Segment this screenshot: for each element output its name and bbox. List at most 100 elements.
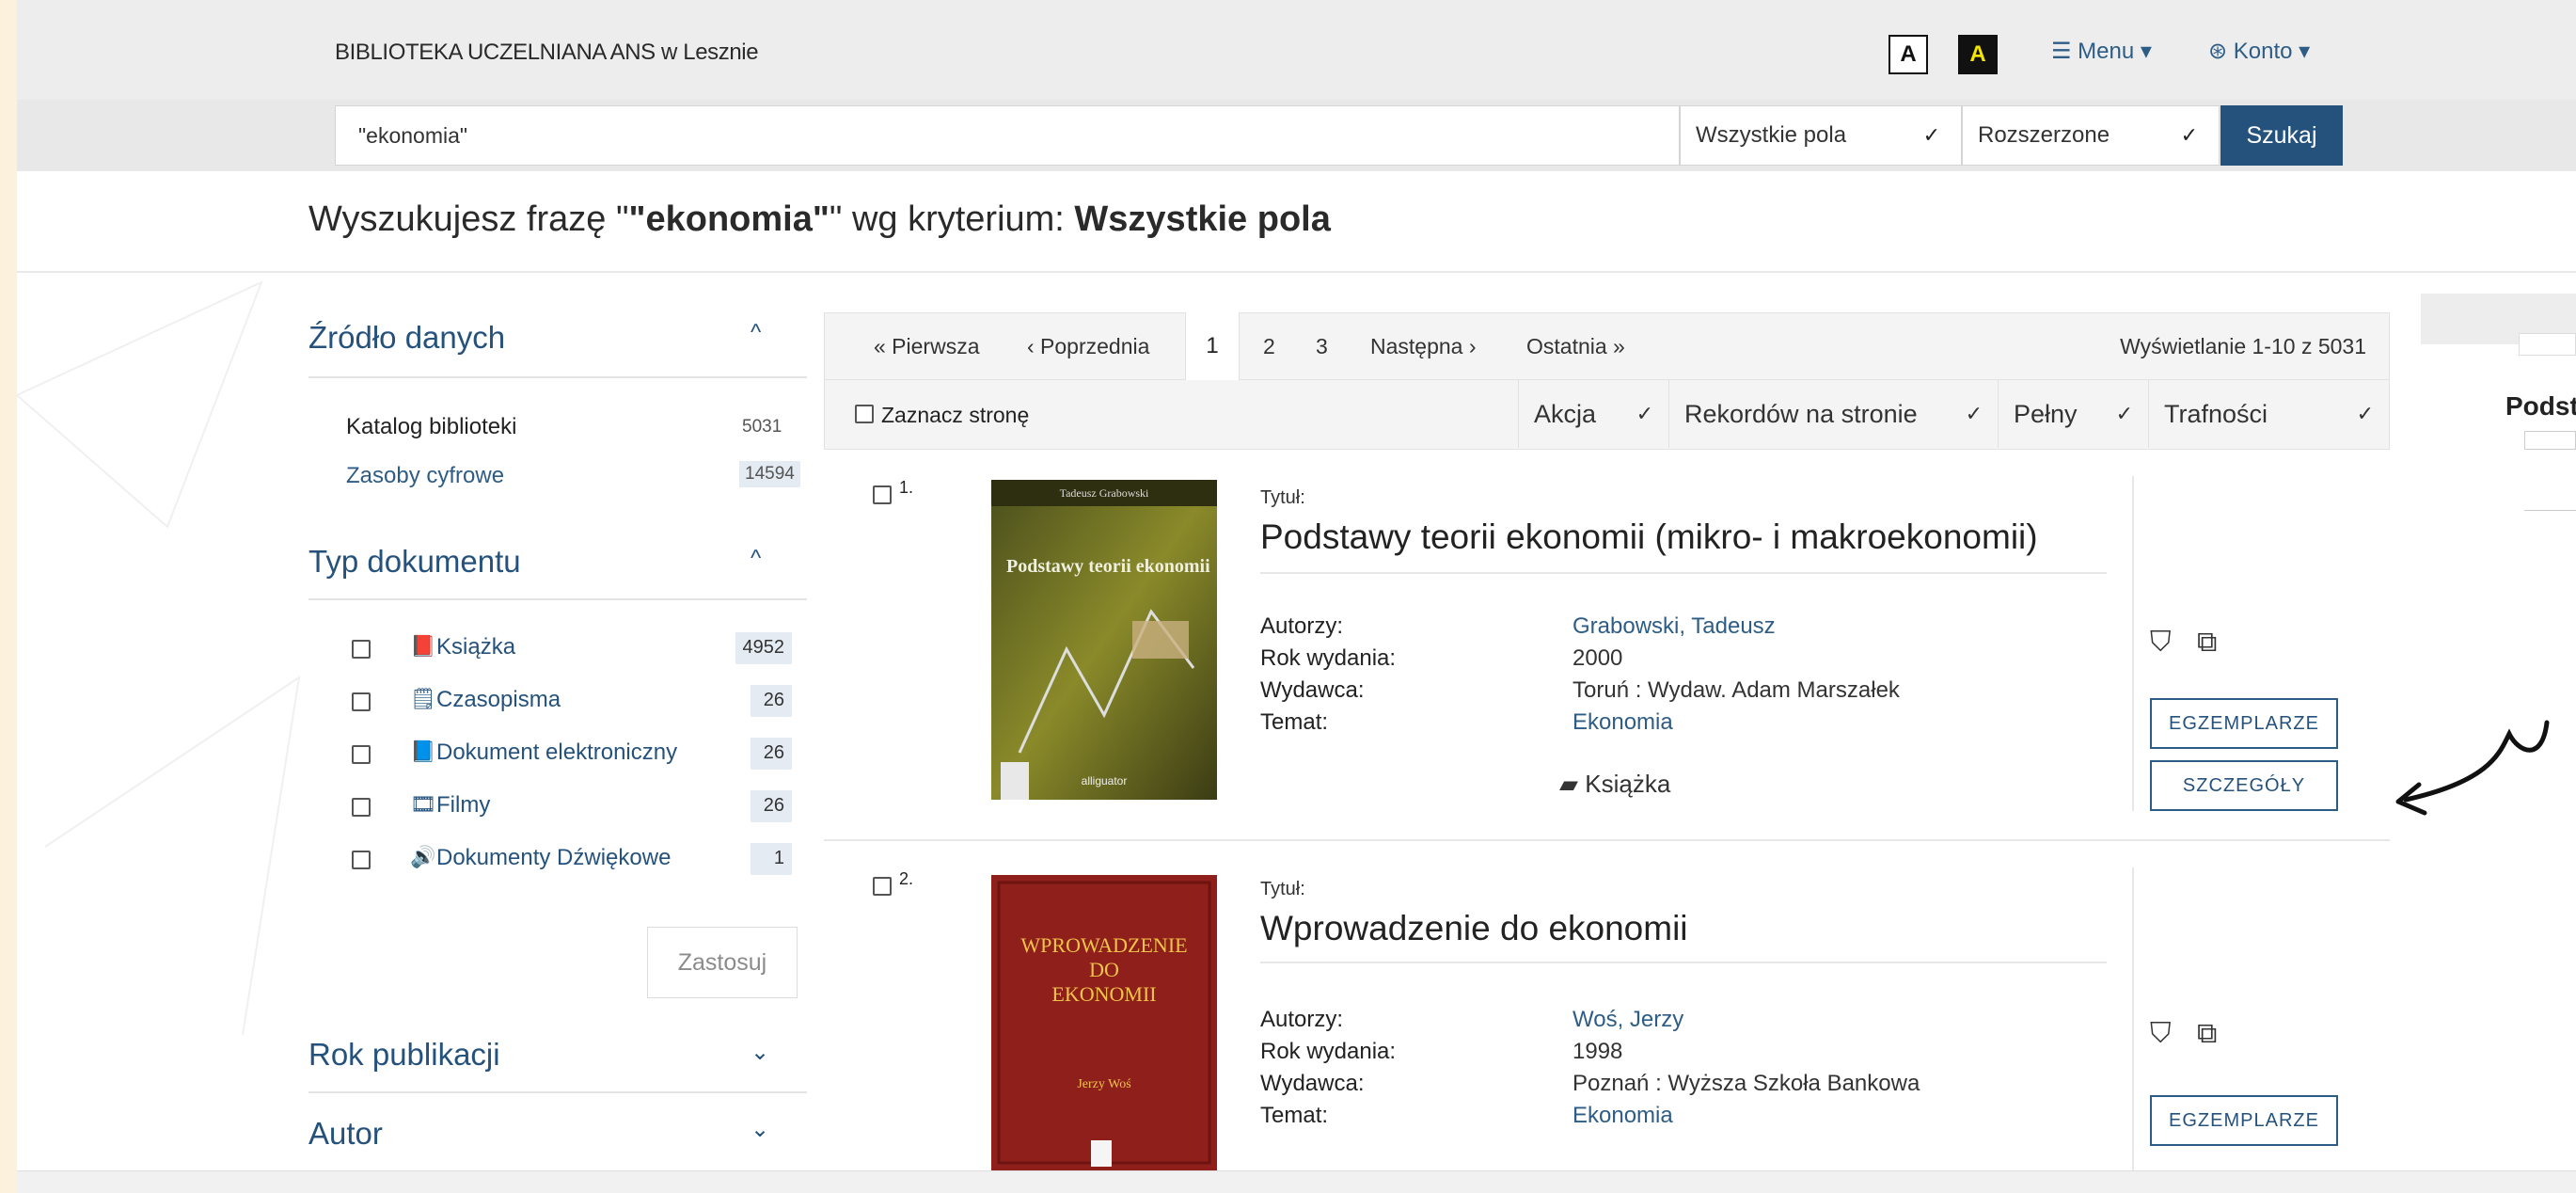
- pager-first[interactable]: « Pierwsza: [874, 334, 979, 359]
- select-page-label: Zaznacz stronę: [881, 403, 1030, 427]
- audio-icon: 🔊: [410, 845, 436, 868]
- chevron-down-icon[interactable]: ⌄: [751, 1039, 769, 1066]
- bookmark-icon[interactable]: ⛉: [2150, 1018, 2172, 1050]
- search-mode-select[interactable]: Rozszerzone ✓: [1962, 105, 2220, 166]
- year-label: Rok wydania:: [1260, 1039, 1397, 1064]
- copy-icon[interactable]: ⧉: [2197, 627, 2217, 659]
- chevron-down-icon: ✓: [2180, 123, 2198, 147]
- chevron-down-icon: ✓: [1636, 402, 1653, 425]
- action-label: Akcja: [1534, 400, 1597, 428]
- action-dropdown[interactable]: Akcja ✓: [1518, 380, 1668, 448]
- search-phrase-heading: Wyszukujesz frazę ""ekonomia"" wg kryter…: [308, 199, 1331, 240]
- pager-prev[interactable]: ‹ Poprzednia: [1027, 334, 1149, 359]
- chevron-down-icon: ✓: [2115, 402, 2133, 425]
- phrase-middle: " wg kryterium:: [829, 199, 1075, 239]
- bottom-strip: [17, 1170, 2576, 1193]
- record-title[interactable]: Wprowadzenie do ekonomii: [1260, 909, 1688, 948]
- film-icon: 🎞: [410, 792, 436, 816]
- high-contrast-button[interactable]: A: [1958, 35, 1998, 74]
- account-dropdown[interactable]: ⊛ Konto ▾: [2208, 38, 2310, 65]
- details-page-preview: Podst: [2421, 275, 2576, 670]
- book-cover-image[interactable]: alliguator Tadeusz Grabowski Podstawy te…: [991, 480, 1217, 800]
- record-title[interactable]: Podstawy teorii ekonomii (mikro- i makro…: [1260, 517, 2038, 557]
- phrase-criterion: Wszystkie pola: [1074, 199, 1331, 239]
- svg-text:DO: DO: [1089, 958, 1119, 981]
- pager-page-2[interactable]: 2: [1263, 334, 1275, 359]
- pager-next[interactable]: Następna ›: [1370, 334, 1477, 359]
- record-publisher: Toruń : Wydaw. Adam Marszałek: [1572, 677, 1900, 703]
- top-bar: BIBLIOTEKA UCZELNIANA ANS w Lesznie A A …: [17, 0, 2576, 100]
- view-dropdown[interactable]: Pełny ✓: [1998, 380, 2148, 448]
- search-input[interactable]: "ekonomia": [335, 105, 1680, 166]
- apply-filters-button[interactable]: Zastosuj: [647, 927, 798, 998]
- pager-page-3[interactable]: 3: [1316, 334, 1328, 359]
- normal-contrast-button[interactable]: A: [1889, 35, 1928, 74]
- facet-count: 1: [751, 843, 792, 875]
- facet-author-title[interactable]: Autor: [308, 1116, 383, 1152]
- result-record: 2. WPROWADZENIE DO EKONOMII Jerzy Woś Ty…: [845, 841, 2390, 1170]
- checkbox[interactable]: [352, 692, 371, 711]
- pagination: « Pierwsza ‹ Poprzednia 1 2 3 Następna ›…: [824, 312, 2390, 380]
- book-cover-image[interactable]: WPROWADZENIE DO EKONOMII Jerzy Woś: [991, 875, 1217, 1170]
- record-type-label: Książka: [1585, 770, 1671, 798]
- record-subject[interactable]: Ekonomia: [1572, 1103, 1673, 1129]
- checkbox[interactable]: [352, 851, 371, 869]
- checkbox[interactable]: [352, 745, 371, 764]
- details-button[interactable]: SZCZEGÓŁY: [2150, 760, 2338, 811]
- chevron-up-icon[interactable]: ^: [751, 546, 761, 572]
- facet-count: 4952: [735, 632, 792, 664]
- copy-icon[interactable]: ⧉: [2197, 1018, 2217, 1050]
- checkbox[interactable]: [352, 798, 371, 817]
- library-brand[interactable]: BIBLIOTEKA UCZELNIANA ANS w Lesznie: [335, 40, 759, 66]
- per-page-dropdown[interactable]: Rekordów na stronie ✓: [1668, 380, 1998, 448]
- pager-page-1[interactable]: 1: [1185, 312, 1240, 380]
- screenshot: BIBLIOTEKA UCZELNIANA ANS w Lesznie A A …: [17, 0, 2576, 1193]
- record-author[interactable]: Woś, Jerzy: [1572, 1007, 1683, 1033]
- preview-title: Podst: [2505, 391, 2576, 421]
- chevron-down-icon: ✓: [2356, 402, 2374, 425]
- cover-art: alliguator Tadeusz Grabowski Podstawy te…: [991, 480, 1217, 800]
- record-type: ▰ Książka: [1559, 770, 1670, 799]
- record-publisher: Poznań : Wyższa Szkoła Bankowa: [1572, 1071, 1920, 1096]
- copies-button[interactable]: EGZEMPLARZE: [2150, 698, 2338, 749]
- search-button[interactable]: Szukaj: [2220, 105, 2343, 166]
- chevron-up-icon[interactable]: ^: [751, 320, 761, 346]
- svg-text:WPROWADZENIE: WPROWADZENIE: [1020, 933, 1187, 957]
- bookmark-icon[interactable]: ⛉: [2150, 627, 2172, 659]
- record-year: 2000: [1572, 645, 1623, 671]
- divider: [1260, 572, 2107, 574]
- checkbox[interactable]: [873, 485, 892, 504]
- checkbox[interactable]: [855, 405, 874, 423]
- cover-title: Podstawy teorii ekonomii: [1006, 556, 1210, 577]
- facet-year-title[interactable]: Rok publikacji: [308, 1037, 500, 1073]
- title-label: Tytuł:: [1260, 487, 1305, 508]
- search-field-select[interactable]: Wszystkie pola ✓: [1680, 105, 1962, 166]
- chevron-down-icon: ✓: [1922, 123, 1940, 147]
- checkbox[interactable]: [352, 640, 371, 659]
- preview-button: [2524, 431, 2576, 450]
- pager-last[interactable]: Ostatnia »: [1526, 334, 1625, 359]
- checkbox[interactable]: [873, 877, 892, 896]
- book-icon: ▰: [1559, 770, 1578, 798]
- chevron-down-icon[interactable]: ⌄: [751, 1116, 769, 1143]
- subject-label: Temat:: [1260, 1103, 1329, 1128]
- copies-button[interactable]: EGZEMPLARZE: [2150, 1095, 2338, 1146]
- record-number: 1.: [899, 478, 914, 497]
- results-toolbar: Zaznacz stronę Akcja ✓ Rekordów na stroni…: [824, 380, 2390, 450]
- sort-dropdown[interactable]: Trafności ✓: [2148, 380, 2389, 448]
- book-icon: 📕: [410, 634, 436, 658]
- search-field-value: Wszystkie pola: [1696, 122, 1847, 148]
- facet-source-digital[interactable]: Zasoby cyfrowe: [346, 463, 504, 489]
- divider: [2132, 476, 2134, 811]
- search-mode-value: Rozszerzone: [1978, 122, 2110, 148]
- record-author[interactable]: Grabowski, Tadeusz: [1572, 613, 1776, 640]
- facet-source-title[interactable]: Źródło danych: [308, 320, 505, 356]
- record-number: 2.: [899, 869, 914, 888]
- facet-source-catalog[interactable]: Katalog biblioteki: [346, 414, 516, 440]
- search-bar: "ekonomia" Wszystkie pola ✓ Rozszerzone …: [17, 100, 2576, 171]
- facet-doctype-title[interactable]: Typ dokumentu: [308, 544, 521, 580]
- record-subject[interactable]: Ekonomia: [1572, 709, 1673, 736]
- subject-label: Temat:: [1260, 709, 1329, 735]
- svg-text:EKONOMII: EKONOMII: [1051, 982, 1156, 1006]
- menu-dropdown[interactable]: ☰ Menu ▾: [2051, 38, 2152, 65]
